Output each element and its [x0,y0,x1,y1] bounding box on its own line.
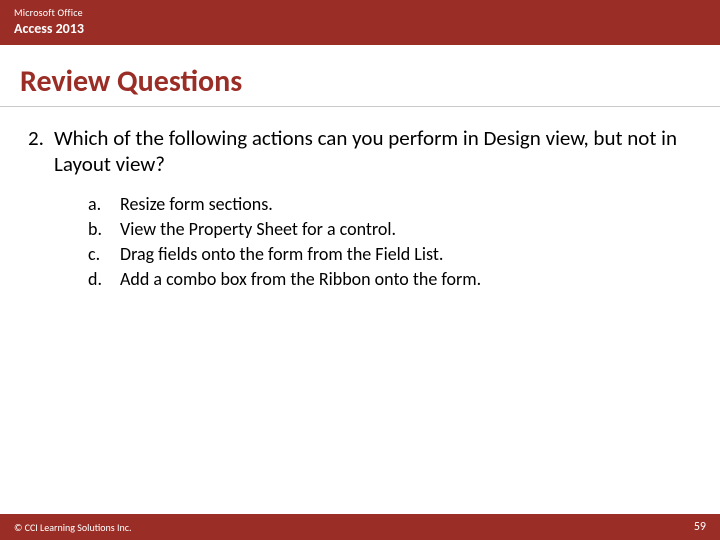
content-body: 2. Which of the following actions can yo… [0,125,720,292]
footer-page-number: 59 [694,520,706,534]
option-a: a. Resize form sections. [88,192,692,217]
options-list: a. Resize form sections. b. View the Pro… [88,192,692,293]
header-bar: Microsoft Office Access 2013 [0,0,720,45]
brand-line-2: Access 2013 [14,20,706,37]
option-c: c. Drag fields onto the form from the Fi… [88,242,692,267]
title-rule [0,106,720,107]
option-text: Add a combo box from the Ribbon onto the… [120,267,481,292]
option-text: View the Property Sheet for a control. [120,217,396,242]
option-letter: d. [88,267,120,292]
question: 2. Which of the following actions can yo… [28,125,692,178]
option-b: b. View the Property Sheet for a control… [88,217,692,242]
question-number: 2. [28,125,54,178]
option-text: Resize form sections. [120,192,273,217]
option-letter: a. [88,192,120,217]
question-text: Which of the following actions can you p… [54,125,692,178]
page-title: Review Questions [0,45,720,106]
brand-line-1: Microsoft Office [14,6,706,19]
footer-copyright: © CCI Learning Solutions Inc. [14,521,132,534]
slide: Microsoft Office Access 2013 Review Ques… [0,0,720,540]
option-text: Drag fields onto the form from the Field… [120,242,443,267]
footer-bar: © CCI Learning Solutions Inc. 59 [0,514,720,540]
option-letter: b. [88,217,120,242]
option-letter: c. [88,242,120,267]
option-d: d. Add a combo box from the Ribbon onto … [88,267,692,292]
